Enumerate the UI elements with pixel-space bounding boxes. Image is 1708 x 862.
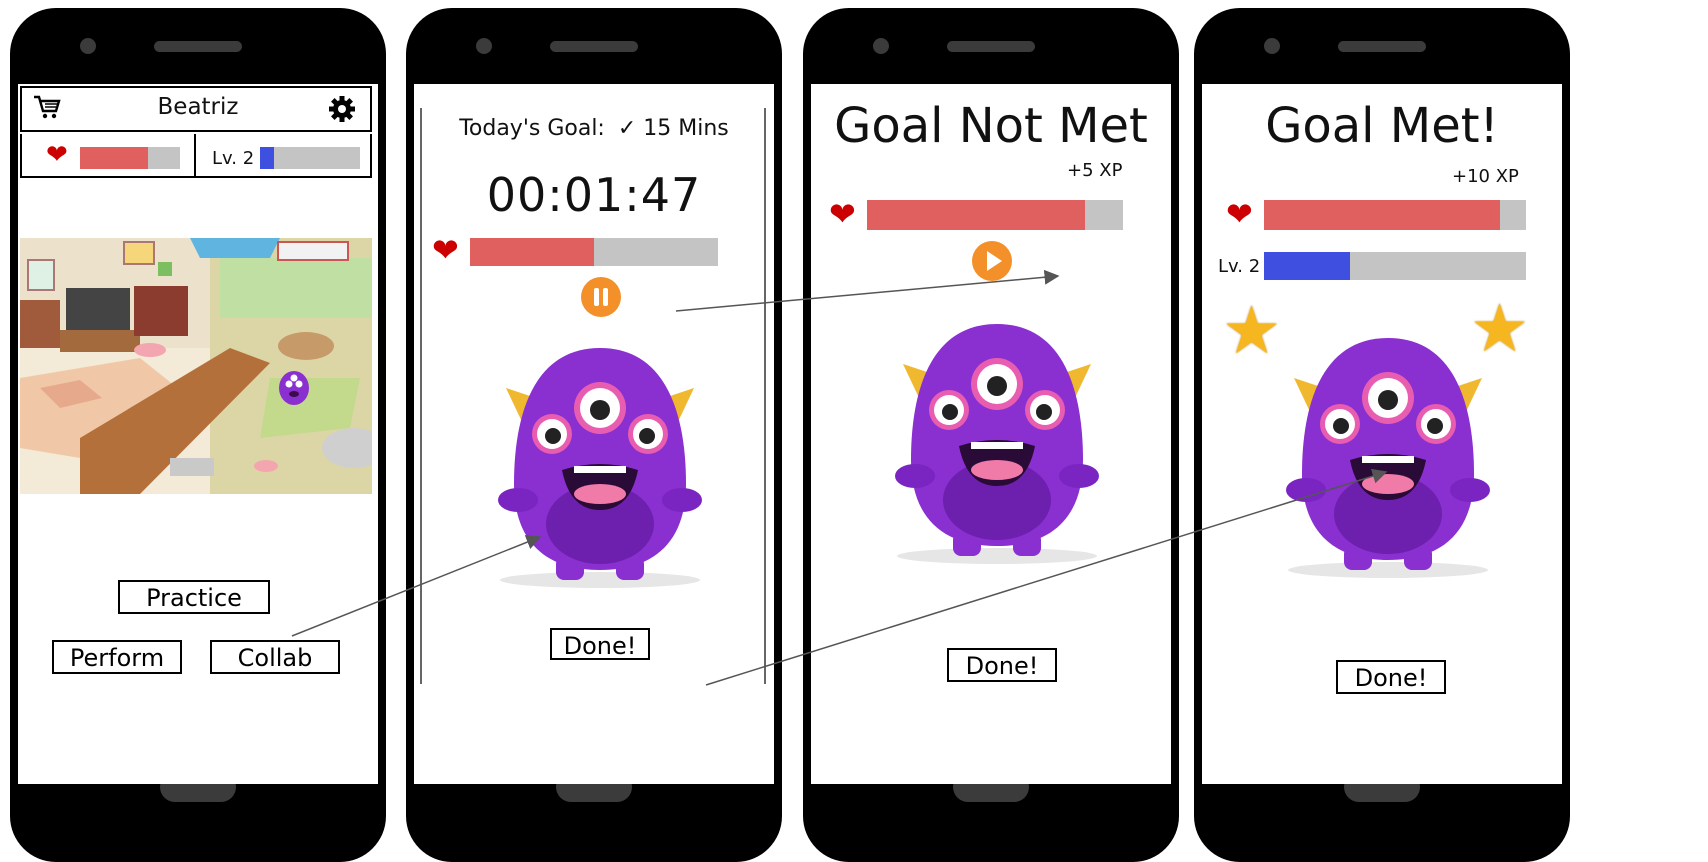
goal-value: ✓ 15 Mins <box>617 116 729 141</box>
health-bar <box>470 238 718 266</box>
done-button[interactable]: Done! <box>1336 660 1446 694</box>
camera <box>80 38 96 54</box>
health-bar <box>1264 200 1526 230</box>
xp-bar-fill <box>260 147 274 169</box>
health-bar <box>867 200 1123 230</box>
speaker <box>947 41 1035 52</box>
xp-bar <box>260 147 360 169</box>
home-screen: Beatriz ❤ Lv. 2 Practice Perform Collab <box>18 84 378 784</box>
xp-bar-fill <box>1264 252 1351 280</box>
health-bar-fill <box>470 238 594 266</box>
play-icon[interactable] <box>971 240 1013 282</box>
pause-circle <box>581 277 621 317</box>
camera <box>873 38 889 54</box>
level-label: Lv. 2 <box>212 148 255 169</box>
health-bar <box>80 147 180 169</box>
health-bar-fill <box>80 147 148 169</box>
goal-not-met-title: Goal Not Met <box>834 98 1148 154</box>
user-name: Beatriz <box>157 94 239 120</box>
perform-button[interactable]: Perform <box>52 640 182 674</box>
speaker <box>1338 41 1426 52</box>
health-bar-fill <box>1264 200 1500 230</box>
goal-label: Today's Goal: <box>459 116 605 141</box>
heart-icon: ❤ <box>46 140 68 170</box>
speaker <box>550 41 638 52</box>
done-button[interactable]: Done! <box>947 648 1057 682</box>
heart-icon: ❤ <box>432 231 459 269</box>
goal-met-title: Goal Met! <box>1265 98 1499 154</box>
level-label: Lv. 2 <box>1218 256 1261 277</box>
status-divider <box>194 134 196 178</box>
goal-row: Today's Goal: ✓ 15 Mins <box>414 116 774 141</box>
phone-goal-not-met: Goal Not Met +5 XP ❤ Done! <box>803 8 1179 862</box>
camera <box>1264 38 1280 54</box>
room-scene-illustration <box>20 238 372 494</box>
xp-bar <box>1264 252 1526 280</box>
phone-goal-met: Goal Met! +10 XP ❤ Lv. 2 ★ ★ Done! <box>1194 8 1570 862</box>
xp-reward: +10 XP <box>1452 166 1519 187</box>
goal-not-met-screen: Goal Not Met +5 XP ❤ Done! <box>811 84 1171 784</box>
monster-character <box>1286 338 1490 578</box>
pause-icon[interactable] <box>580 276 622 318</box>
practice-button[interactable]: Practice <box>118 580 270 614</box>
heart-icon: ❤ <box>1226 195 1253 233</box>
star-icon: ★ <box>1222 292 1282 369</box>
heart-icon: ❤ <box>829 195 856 233</box>
monster-character <box>895 324 1099 564</box>
xp-reward: +5 XP <box>1067 160 1123 181</box>
monster-character <box>498 348 702 588</box>
speaker <box>154 41 242 52</box>
health-bar-fill <box>867 200 1085 230</box>
phone-home: Beatriz ❤ Lv. 2 Practice Perform Collab <box>10 8 386 862</box>
done-button[interactable]: Done! <box>550 628 650 660</box>
goal-met-screen: Goal Met! +10 XP ❤ Lv. 2 ★ ★ Done! <box>1202 84 1562 784</box>
gear-icon[interactable] <box>328 95 356 123</box>
camera <box>476 38 492 54</box>
phone-practice: Today's Goal: ✓ 15 Mins 00:01:47 ❤ Done! <box>406 8 782 862</box>
practice-timer: 00:01:47 <box>486 168 702 222</box>
practice-screen: Today's Goal: ✓ 15 Mins 00:01:47 ❤ Done! <box>414 84 774 784</box>
collab-button[interactable]: Collab <box>210 640 340 674</box>
